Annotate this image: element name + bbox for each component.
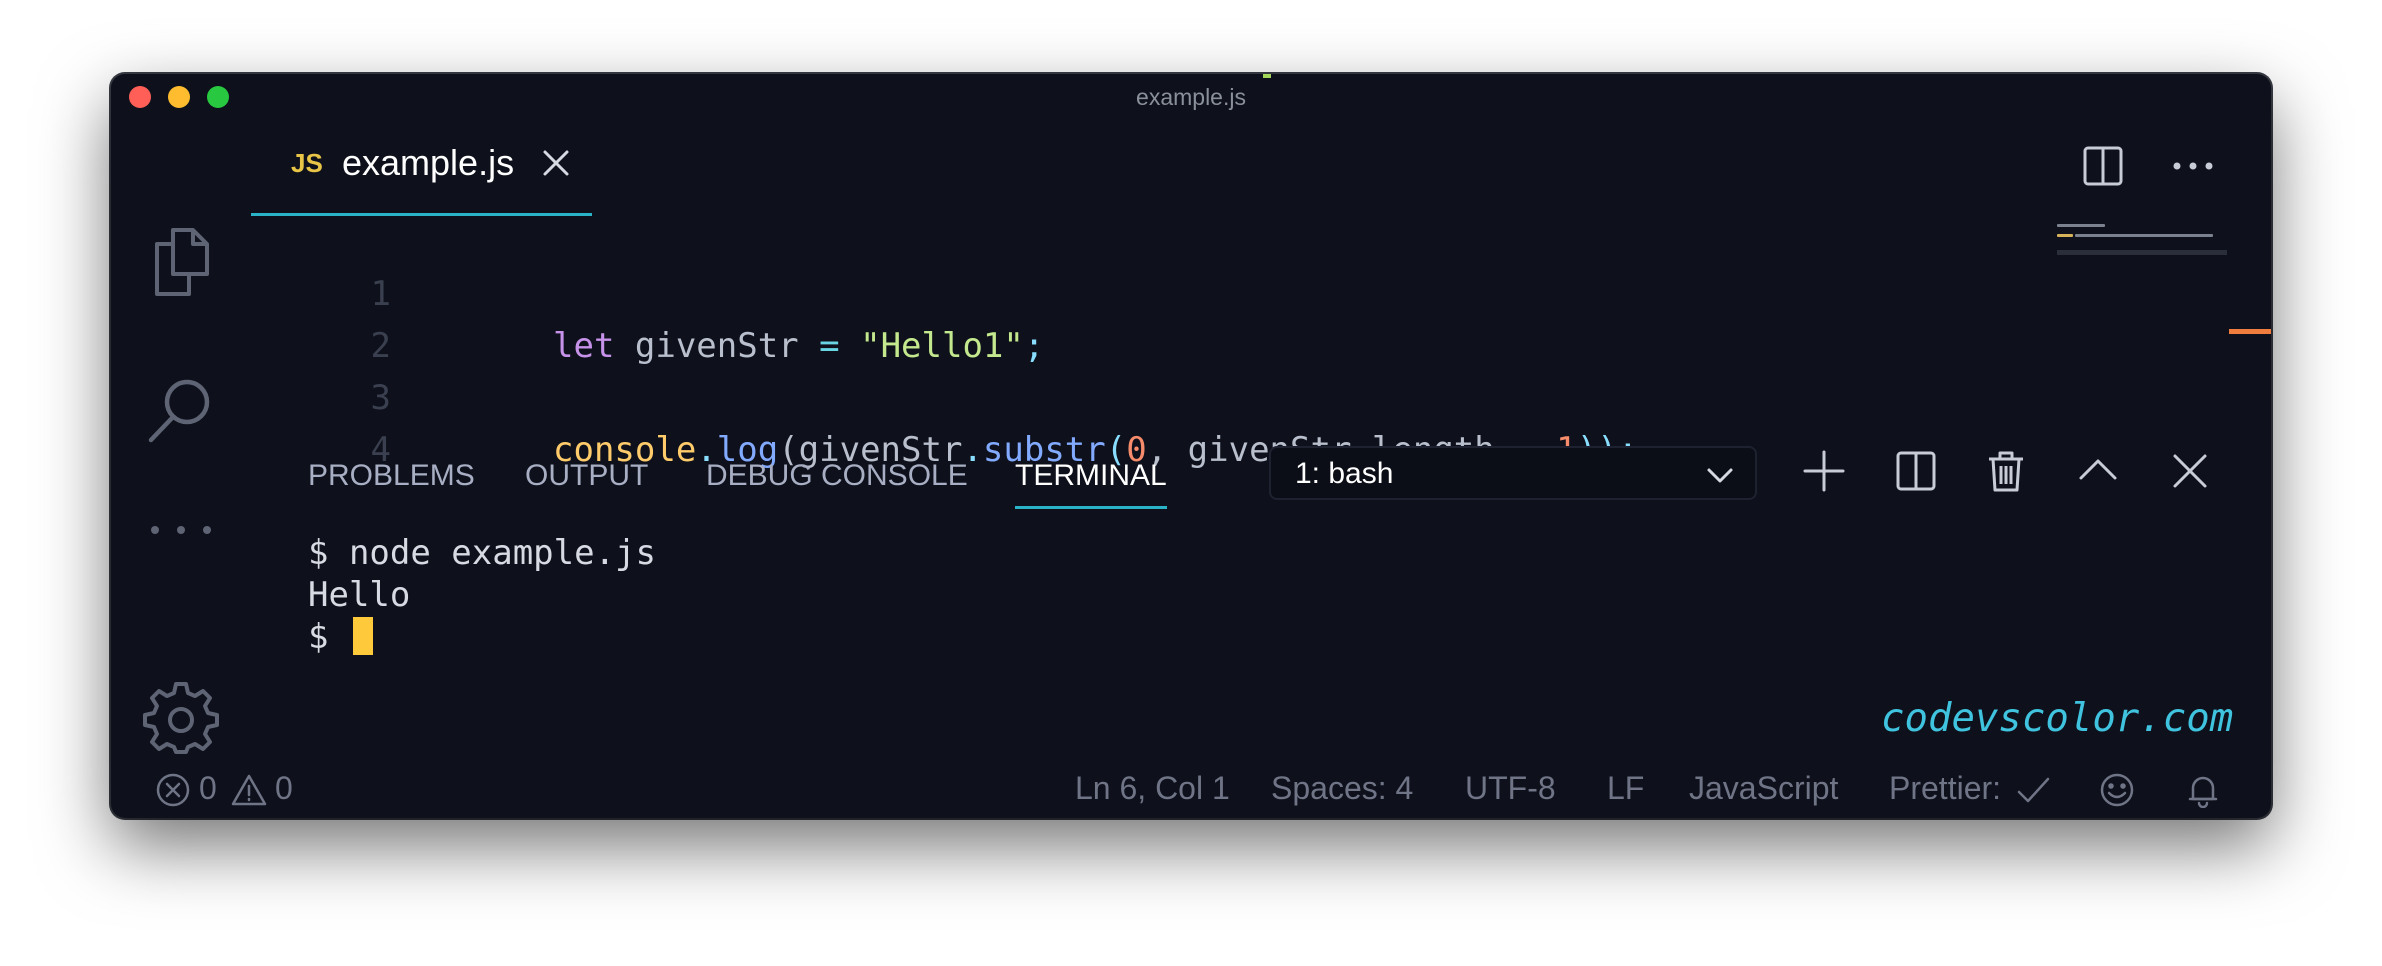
scrollbar-marker xyxy=(2229,329,2271,334)
tab-problems[interactable]: PROBLEMS xyxy=(308,456,475,506)
error-count[interactable]: 0 xyxy=(199,770,217,807)
code-line: 1 let givenStr = "Hello1"; xyxy=(321,216,1045,366)
search-icon[interactable] xyxy=(143,372,219,448)
terminal-selector[interactable]: 1: bash xyxy=(1269,446,1757,500)
indentation[interactable]: Spaces: 4 xyxy=(1271,770,1413,807)
terminal-line: $ node example.js xyxy=(308,533,656,573)
minimap-slider[interactable] xyxy=(2057,250,2227,255)
split-terminal-icon[interactable] xyxy=(1893,448,1939,494)
error-icon[interactable] xyxy=(155,772,191,808)
check-icon xyxy=(2015,772,2051,808)
title-bar: example.js xyxy=(111,74,2271,118)
close-icon[interactable] xyxy=(2167,448,2213,494)
gear-icon[interactable] xyxy=(143,678,219,754)
tab-example-js[interactable]: JS example.js xyxy=(251,118,592,216)
terminal-selector-label: 1: bash xyxy=(1295,457,1394,490)
close-icon[interactable] xyxy=(541,148,571,178)
window-title: example.js xyxy=(1136,84,1246,110)
formatter-status[interactable]: Prettier: xyxy=(1889,770,2001,807)
status-bar: 0 0 Ln 6, Col 1 Spaces: 4 UTF-8 LF JavaS… xyxy=(111,758,2271,818)
bell-icon[interactable] xyxy=(2185,772,2221,809)
title-progress-mark xyxy=(1263,74,1271,78)
code-text: let givenStr = "Hello1"; xyxy=(553,326,1045,366)
split-editor-icon[interactable] xyxy=(2081,144,2125,188)
tab-terminal[interactable]: TERMINAL xyxy=(1015,456,1167,509)
more-icon[interactable] xyxy=(143,488,219,564)
cursor-position[interactable]: Ln 6, Col 1 xyxy=(1075,770,1230,807)
editor-window: example.js JS example.js 1 let givenStr … xyxy=(111,74,2271,818)
smiley-icon[interactable] xyxy=(2099,772,2135,808)
watermark: codevscolor.com xyxy=(1881,696,2234,741)
encoding[interactable]: UTF-8 xyxy=(1465,770,1556,807)
chevron-down-icon xyxy=(1705,460,1735,490)
terminal-line: Hello xyxy=(308,575,411,615)
warning-count[interactable]: 0 xyxy=(275,770,293,807)
tab-output[interactable]: OUTPUT xyxy=(525,456,648,506)
tab-label: example.js xyxy=(342,142,515,183)
language-mode[interactable]: JavaScript xyxy=(1689,770,1838,807)
code-line: 4 xyxy=(321,372,444,470)
warning-icon[interactable] xyxy=(231,772,267,808)
js-file-icon: JS xyxy=(291,148,323,178)
more-actions-icon[interactable] xyxy=(2171,144,2215,188)
trash-icon[interactable] xyxy=(1983,448,2029,494)
terminal-prompt-line: $ xyxy=(308,616,373,658)
terminal-cursor xyxy=(352,617,373,655)
terminal-prompt: $ xyxy=(308,617,349,657)
tab-debug-console[interactable]: DEBUG CONSOLE xyxy=(706,456,968,506)
code-line: 2 xyxy=(321,268,444,366)
code-line: 3 console.log(givenStr.substr(0, givenSt… xyxy=(321,320,1639,470)
activity-bar xyxy=(111,118,251,758)
files-icon[interactable] xyxy=(143,224,219,300)
chevron-up-icon[interactable] xyxy=(2075,448,2121,494)
plus-icon[interactable] xyxy=(1801,448,1847,494)
end-of-line[interactable]: LF xyxy=(1607,770,1644,807)
